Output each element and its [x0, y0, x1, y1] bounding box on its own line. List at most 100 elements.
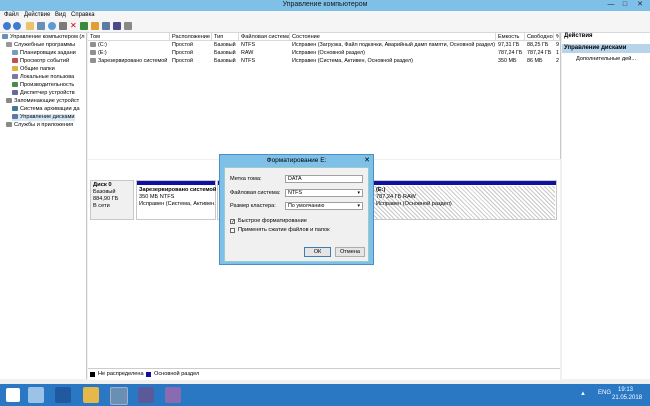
help2-icon[interactable]	[124, 22, 132, 30]
tree-item-local-users[interactable]: Локальные пользова	[12, 74, 74, 81]
windows-start-icon[interactable]	[6, 388, 20, 402]
tree-item-storage[interactable]: Запоминающие устройст	[6, 98, 79, 105]
storage-icon	[6, 98, 12, 104]
tree-item-shared-folders[interactable]: Общие папки	[12, 66, 55, 73]
window-title: Управление компьютером	[282, 1, 368, 8]
console-tree: Управление компьютером (л Служебные прог…	[0, 33, 87, 379]
check-icon[interactable]	[113, 22, 121, 30]
tree-item-performance[interactable]: Производительность	[12, 82, 74, 89]
column-status[interactable]: Состояние	[290, 33, 496, 41]
volume-icon	[90, 50, 96, 56]
refresh-icon[interactable]	[80, 22, 88, 30]
compression-label: Применять сжатие файлов и папок	[238, 227, 330, 233]
menu-file[interactable]: Файл	[4, 12, 19, 18]
partition-bar	[137, 181, 215, 185]
volume-label-input[interactable]: DATA	[285, 175, 363, 183]
up-icon[interactable]	[26, 22, 34, 30]
column-capacity[interactable]: Емкость	[496, 33, 525, 41]
explorer-icon[interactable]	[83, 387, 99, 403]
partition-system-reserved[interactable]: Зарезервировано системой 350 МБ NTFS Исп…	[136, 180, 216, 220]
disk-status: В сети	[93, 203, 110, 209]
server-manager-icon[interactable]	[28, 387, 44, 403]
tree-item-services[interactable]: Службы и приложения	[6, 122, 73, 129]
column-layout[interactable]: Расположение	[170, 33, 212, 41]
close-button[interactable]: ✕	[632, 0, 648, 10]
network-icon[interactable]	[138, 387, 154, 403]
dialog-body: Метка тома: DATA Файловая система: NTFS …	[224, 167, 369, 262]
forward-icon[interactable]	[13, 22, 21, 30]
delete-icon[interactable]: ✕	[70, 22, 78, 30]
legend: Не распределена Основной раздел	[88, 368, 560, 380]
cluster-size-select[interactable]: По умолчанию ▾	[285, 202, 363, 210]
tool-icon[interactable]	[165, 387, 181, 403]
properties-icon[interactable]	[59, 22, 67, 30]
computer-management-icon[interactable]	[110, 387, 128, 405]
format-dialog: Форматирование E: ✕ Метка тома: DATA Фай…	[219, 154, 374, 265]
computer-icon	[2, 34, 8, 40]
tree-item-task-scheduler[interactable]: Планировщик задани	[12, 50, 76, 57]
chevron-down-icon: ▾	[357, 203, 360, 209]
window-titlebar[interactable]: Управление компьютером — □ ✕	[0, 0, 650, 11]
column-type[interactable]: Тип	[212, 33, 239, 41]
performance-icon	[12, 82, 18, 88]
volume-icon	[90, 58, 96, 64]
column-filesystem[interactable]: Файловая система	[239, 33, 290, 41]
unallocated-swatch	[90, 372, 95, 377]
tree-item-device-manager[interactable]: Диспетчер устройств	[12, 90, 75, 97]
services-icon	[6, 122, 12, 128]
dialog-close-icon[interactable]: ✕	[364, 156, 370, 164]
export-icon[interactable]	[102, 22, 110, 30]
device-icon	[12, 90, 18, 96]
more-actions-link[interactable]: Дополнительные дей...	[576, 56, 636, 62]
column-percent[interactable]: %	[554, 33, 560, 41]
tree-item-event-viewer[interactable]: Просмотр событий	[12, 58, 69, 65]
tools-icon	[6, 42, 12, 48]
disk-info[interactable]: Диск 0 Базовый 884,90 ГБ В сети	[90, 180, 134, 220]
menu-help[interactable]: Справка	[71, 12, 95, 18]
cancel-button[interactable]: Отмена	[335, 247, 365, 257]
filesystem-select[interactable]: NTFS ▾	[285, 189, 363, 197]
volume-label-label: Метка тома:	[230, 176, 262, 182]
chevron-down-icon: ▾	[357, 190, 360, 196]
column-volume[interactable]: Том	[88, 33, 170, 41]
cluster-size-label: Размер кластера:	[230, 203, 276, 209]
powershell-icon[interactable]	[55, 387, 71, 403]
filesystem-label: Файловая система:	[230, 190, 281, 196]
taskbar: ▲ ENG 19:13 21.05.2018	[0, 384, 650, 406]
menu-action[interactable]: Действие	[24, 12, 50, 18]
folder-icon	[12, 66, 18, 72]
actions-pane: Действия Управление дисками Дополнительн…	[562, 33, 650, 379]
quick-format-checkbox[interactable]: ✓	[230, 219, 235, 225]
actions-section[interactable]: Управление дисками	[562, 44, 650, 53]
language-indicator[interactable]: ENG	[598, 390, 611, 396]
users-icon	[12, 74, 18, 80]
compression-checkbox[interactable]	[230, 228, 235, 233]
volume-icon	[90, 42, 96, 48]
actions-header: Действия	[564, 33, 593, 39]
tree-item-backup[interactable]: Система архивации да	[12, 106, 80, 113]
help-icon[interactable]	[48, 22, 56, 30]
disk-type: Базовый	[93, 189, 116, 195]
folder-icon[interactable]	[91, 22, 99, 30]
minimize-button[interactable]: —	[604, 0, 618, 10]
tree-item-disk-management[interactable]: Управление дисками	[12, 114, 75, 121]
column-free[interactable]: Свободно	[525, 33, 554, 41]
backup-icon	[12, 106, 18, 112]
dialog-title: Форматирование E:	[266, 157, 327, 164]
maximize-button[interactable]: □	[618, 0, 632, 10]
event-icon	[12, 58, 18, 64]
menu-view[interactable]: Вид	[55, 12, 66, 18]
ok-button[interactable]: ОК	[304, 247, 331, 257]
tray-arrow-icon[interactable]: ▲	[580, 391, 586, 397]
menu-bar: Файл Действие Вид Справка	[0, 11, 650, 20]
console-tree-icon[interactable]	[37, 22, 45, 30]
disk-size: 884,90 ГБ	[93, 196, 119, 202]
legend-primary: Основной раздел	[154, 371, 200, 377]
clock-time[interactable]: 19:13	[618, 387, 633, 393]
tree-root[interactable]: Управление компьютером (л	[2, 34, 85, 41]
tree-item-system-tools[interactable]: Служебные программы	[6, 42, 75, 49]
clock-date[interactable]: 21.05.2018	[612, 395, 642, 401]
back-icon[interactable]	[3, 22, 11, 30]
clock-icon	[12, 50, 18, 56]
volume-list: Том Расположение Тип Файловая система Со…	[88, 33, 561, 159]
